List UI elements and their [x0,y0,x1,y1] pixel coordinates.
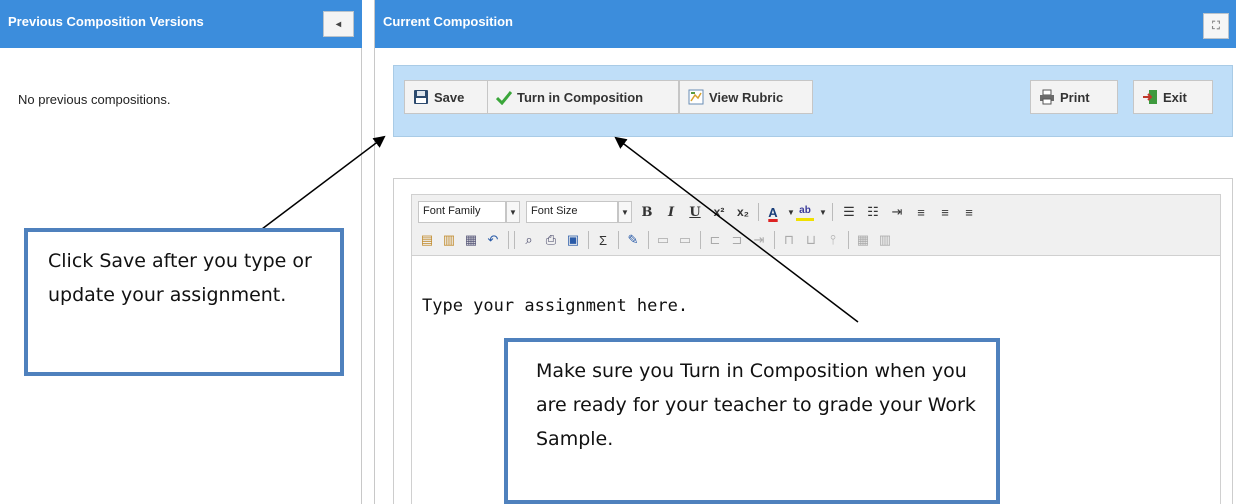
text-color-icon[interactable]: A [764,203,782,221]
toolbar-separator [514,231,515,249]
delete-table-icon[interactable]: ▥ [876,231,894,249]
exit-door-icon [1143,90,1157,104]
toolbar-separator [618,231,619,249]
table-merge-icon[interactable]: ⊔ [802,231,820,249]
view-rubric-button[interactable]: View Rubric [679,80,813,114]
insert-table-icon[interactable]: ▦ [854,231,872,249]
editor-text: Type your assignment here. [422,296,689,316]
align-left-icon[interactable]: ≡ [912,203,930,221]
expand-icon: ⛶ [1212,19,1220,32]
paste-text-icon[interactable]: ▤ [418,231,436,249]
table-col-after-icon[interactable]: ⊐ [728,231,746,249]
subscript-icon[interactable]: x₂ [734,203,752,221]
checkmark-icon [496,91,512,105]
table-col-before-icon[interactable]: ⊏ [706,231,724,249]
exit-label: Exit [1163,89,1187,105]
collapse-panel-button[interactable]: ◂ [323,11,354,37]
exit-button[interactable]: Exit [1133,80,1213,114]
table-row-before-icon[interactable]: ▭ [654,231,672,249]
view-rubric-label: View Rubric [709,89,784,105]
toolbar-separator [588,231,589,249]
composition-toolbar: Save Turn in Composition View Rubric Pri… [393,65,1233,137]
previous-versions-header: Previous Composition Versions ◂ [0,0,362,48]
undo-icon[interactable]: ↶ [484,231,502,249]
turn-in-composition-button[interactable]: Turn in Composition [487,80,679,114]
indent-icon[interactable]: ⇥ [888,203,906,221]
save-instruction-text: Click Save after you type or update your… [48,250,312,306]
select-all-icon[interactable]: ▦ [462,231,480,249]
turn-in-instruction-callout: Make sure you Turn in Composition when y… [504,338,1000,504]
printer-icon [1040,89,1054,105]
font-family-dropdown-icon[interactable]: ▼ [506,201,520,223]
print-button[interactable]: Print [1030,80,1118,114]
font-family-select[interactable]: Font Family [418,201,506,223]
expand-panel-button[interactable]: ⛶ [1203,13,1229,39]
toolbar-separator [848,231,849,249]
numbered-list-icon[interactable]: ☷ [864,203,882,221]
save-instruction-callout: Click Save after you type or update your… [24,228,344,376]
underline-icon[interactable]: U [686,203,704,221]
no-previous-message: No previous compositions. [18,92,171,107]
chevron-left-icon: ◂ [335,18,342,30]
turn-in-label: Turn in Composition [517,89,644,105]
toolbar-separator [774,231,775,249]
table-delete-col-icon[interactable]: ⇥ [750,231,768,249]
highlight-color-icon[interactable]: ab [796,203,814,221]
equation-icon[interactable]: Σ [594,231,612,249]
toolbar-separator [648,231,649,249]
current-composition-title: Current Composition [383,14,513,29]
preview-icon[interactable]: ⌕ [520,231,538,249]
save-label: Save [434,89,465,105]
print-editor-icon[interactable]: ⎙ [542,231,560,249]
italic-icon[interactable]: I [662,203,680,221]
align-right-icon[interactable]: ≡ [960,203,978,221]
fullscreen-icon[interactable]: ▣ [564,231,582,249]
rubric-chart-icon [688,89,704,105]
paste-word-icon[interactable]: ▥ [440,231,458,249]
superscript-icon[interactable]: x² [710,203,728,221]
toolbar-separator [758,203,759,221]
font-size-label: Font Size [531,205,578,217]
floppy-disk-icon [414,90,428,104]
current-composition-header: Current Composition ⛶ [375,0,1236,48]
font-size-dropdown-icon[interactable]: ▼ [618,201,632,223]
font-size-select[interactable]: Font Size [526,201,618,223]
highlight-dropdown-icon[interactable]: ▼ [814,203,832,221]
turn-in-instruction-text: Make sure you Turn in Composition when y… [536,360,976,450]
save-button[interactable]: Save [404,80,488,114]
table-row-after-icon[interactable]: ▭ [676,231,694,249]
toolbar-separator [832,203,833,221]
table-split-icon[interactable]: ⊓ [780,231,798,249]
bold-icon[interactable]: B [638,203,656,221]
table-props-icon[interactable]: ⫯ [824,231,842,249]
toolbar-separator [508,231,509,249]
editor-toolbar: Font Family ▼ Font Size ▼ B I U x² x₂ A … [411,194,1221,256]
edit-html-icon[interactable]: ✎ [624,231,642,249]
font-family-label: Font Family [423,205,481,217]
print-label: Print [1060,89,1090,105]
align-center-icon[interactable]: ≡ [936,203,954,221]
toolbar-separator [700,231,701,249]
bullet-list-icon[interactable]: ☰ [840,203,858,221]
previous-versions-title: Previous Composition Versions [8,14,204,29]
